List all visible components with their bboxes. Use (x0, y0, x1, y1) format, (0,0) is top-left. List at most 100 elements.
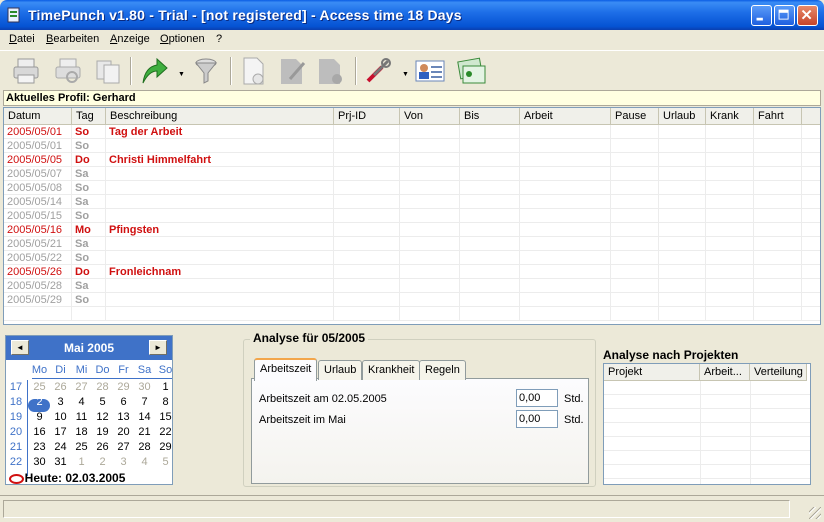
calendar-day[interactable]: 8 (155, 396, 176, 408)
calendar-day[interactable]: 4 (134, 456, 155, 468)
list-item[interactable] (604, 451, 810, 465)
table-row[interactable]: 2005/05/14 Sa (4, 195, 820, 209)
menu-bearbeiten[interactable]: Bearbeiten (46, 33, 99, 45)
table-row[interactable]: 2005/05/05 Do Christi Himmelfahrt (4, 153, 820, 167)
calendar-day[interactable]: 27 (71, 381, 92, 393)
export-dropdown-icon[interactable]: ▼ (178, 71, 185, 78)
project-column-header[interactable]: Verteilung (750, 364, 807, 381)
calendar-day[interactable]: 29 (113, 381, 134, 393)
profile-button[interactable] (414, 55, 446, 87)
table-row[interactable]: 2005/05/07 Sa (4, 167, 820, 181)
calendar-day[interactable]: 15 (155, 411, 176, 423)
time-entries-grid[interactable]: Datum Tag Beschreibung Prj-ID Von Bis Arbeit Pa… (3, 107, 821, 325)
tab-krankheit[interactable]: Krankheit (362, 360, 421, 380)
calendar-day[interactable]: 16 (29, 426, 50, 438)
list-item[interactable] (604, 423, 810, 437)
calendar-day[interactable]: 13 (113, 411, 134, 423)
calendar-day[interactable]: 1 (155, 381, 176, 393)
maximize-button[interactable] (774, 5, 795, 26)
calendar-day[interactable]: 4 (71, 396, 92, 408)
column-header[interactable]: Krank (706, 108, 754, 125)
calendar-day[interactable]: 21 (134, 426, 155, 438)
column-header[interactable]: Prj-ID (334, 108, 400, 125)
calendar-day[interactable]: 30 (134, 381, 155, 393)
calendar-week-number[interactable]: 19 (8, 411, 24, 423)
tab-urlaub[interactable]: Urlaub (318, 360, 363, 380)
calendar-day[interactable]: 14 (134, 411, 155, 423)
export-button[interactable] (137, 55, 169, 87)
calendar-day[interactable]: 19 (92, 426, 113, 438)
column-header[interactable]: Von (400, 108, 460, 125)
tab-arbeitszeit[interactable]: Arbeitszeit (254, 358, 318, 381)
project-column-header[interactable]: Arbeit... (700, 364, 750, 381)
list-item[interactable] (604, 437, 810, 451)
calendar-day[interactable]: 11 (71, 411, 92, 423)
title-bar[interactable]: TimePunch v1.80 - Trial - [not registere… (0, 0, 824, 30)
calendar-day[interactable]: 5 (92, 396, 113, 408)
column-header[interactable]: Urlaub (659, 108, 706, 125)
table-row[interactable]: 2005/05/01 So (4, 139, 820, 153)
projects-button[interactable] (455, 55, 487, 87)
calendar-day[interactable]: 31 (50, 456, 71, 468)
delete-entry-button[interactable] (314, 55, 346, 87)
calendar-day[interactable]: 3 (50, 396, 71, 408)
list-item[interactable] (604, 409, 810, 423)
work-time-day-input[interactable] (516, 389, 558, 407)
close-button[interactable] (797, 5, 818, 26)
month-calendar[interactable]: ◄ Mai 2005 ► Heute: 02.03.2005 Mo Di Mi Do F… (5, 335, 173, 485)
calendar-next-button[interactable]: ► (149, 340, 167, 355)
resize-grip-icon[interactable] (809, 507, 821, 519)
calendar-week-number[interactable]: 22 (8, 456, 24, 468)
copy-button[interactable] (92, 55, 124, 87)
calendar-day[interactable]: 27 (113, 441, 134, 453)
calendar-day[interactable]: 28 (92, 381, 113, 393)
edit-entry-button[interactable] (276, 55, 308, 87)
table-row[interactable]: 2005/05/15 So (4, 209, 820, 223)
table-row[interactable]: 2005/05/01 So Tag der Arbeit (4, 125, 820, 139)
project-analysis-list[interactable]: Projekt Arbeit... Verteilung (603, 363, 811, 485)
calendar-day[interactable]: 25 (29, 381, 50, 393)
calendar-day[interactable]: 17 (50, 426, 71, 438)
table-row[interactable]: 2005/05/21 Sa (4, 237, 820, 251)
calendar-day[interactable]: 12 (92, 411, 113, 423)
calendar-day[interactable]: 26 (50, 381, 71, 393)
table-row[interactable] (4, 307, 820, 321)
menu-datei[interactable]: Datei (9, 33, 35, 45)
calendar-prev-button[interactable]: ◄ (11, 340, 29, 355)
project-column-header[interactable]: Projekt (604, 364, 700, 381)
calendar-week-number[interactable]: 21 (8, 441, 24, 453)
calendar-day[interactable]: 23 (29, 441, 50, 453)
list-item[interactable] (604, 381, 810, 395)
calendar-day[interactable]: 1 (71, 456, 92, 468)
column-header[interactable]: Datum (4, 108, 72, 125)
menu-help[interactable]: ? (216, 33, 222, 45)
table-row[interactable]: 2005/05/16 Mo Pfingsten (4, 223, 820, 237)
menu-anzeige[interactable]: Anzeige (110, 33, 150, 45)
column-header[interactable]: Tag (72, 108, 106, 125)
column-header[interactable]: Fahrt (754, 108, 802, 125)
calendar-day[interactable]: 9 (29, 411, 50, 423)
calendar-day[interactable]: 26 (92, 441, 113, 453)
calendar-day[interactable]: 7 (134, 396, 155, 408)
menu-optionen[interactable]: Optionen (160, 33, 205, 45)
calendar-day[interactable]: 22 (155, 426, 176, 438)
calendar-week-number[interactable]: 17 (8, 381, 24, 393)
calendar-day[interactable]: 29 (155, 441, 176, 453)
list-item[interactable] (604, 465, 810, 479)
calendar-day[interactable]: 5 (155, 456, 176, 468)
calendar-day[interactable]: 2 (92, 456, 113, 468)
table-row[interactable]: 2005/05/08 So (4, 181, 820, 195)
filter-button[interactable] (191, 55, 223, 87)
calendar-day[interactable]: 3 (113, 456, 134, 468)
print-preview-button[interactable] (52, 55, 84, 87)
new-entry-button[interactable] (237, 55, 269, 87)
calendar-day[interactable]: 2 (29, 396, 50, 408)
table-row[interactable]: 2005/05/22 So (4, 251, 820, 265)
table-row[interactable]: 2005/05/29 So (4, 293, 820, 307)
table-row[interactable]: 2005/05/26 Do Fronleichnam (4, 265, 820, 279)
settings-dropdown-icon[interactable]: ▼ (402, 71, 409, 78)
calendar-day[interactable]: 10 (50, 411, 71, 423)
column-header[interactable]: Beschreibung (106, 108, 334, 125)
calendar-day[interactable]: 6 (113, 396, 134, 408)
calendar-day[interactable]: 20 (113, 426, 134, 438)
